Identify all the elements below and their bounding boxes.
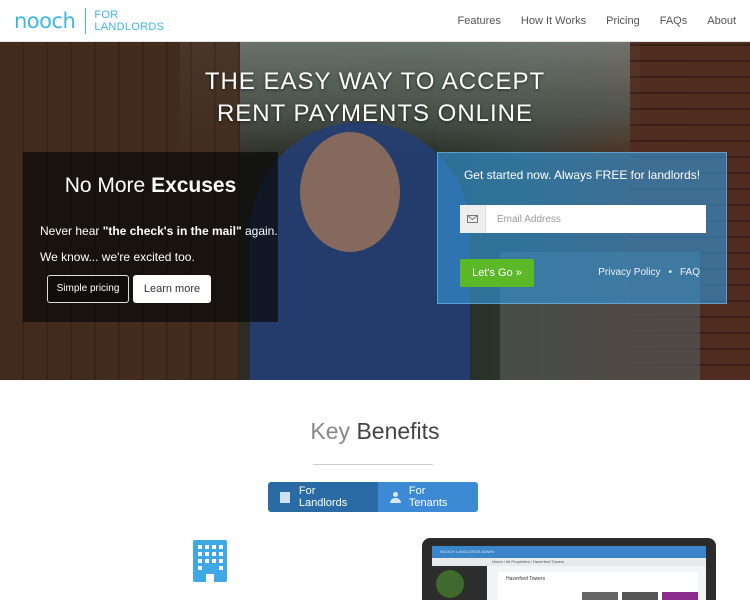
- logo-sub-line-2: LANDLORDS: [94, 21, 165, 33]
- screen-breadcrumb: Home / All Properties / Haverford Towers: [432, 558, 706, 566]
- nav-link-features[interactable]: Features: [457, 15, 500, 27]
- signup-cta: Get started now. Always FREE for landlor…: [463, 168, 701, 182]
- benefits-divider: [313, 464, 433, 465]
- tab-for-landlords-label: For Landlords: [298, 485, 348, 509]
- property-name: Haverford Towers: [506, 576, 546, 582]
- building-door: [206, 574, 214, 582]
- nav-link-how-it-works[interactable]: How It Works: [521, 15, 586, 27]
- link-separator: •: [668, 267, 672, 278]
- excuses-line-1: Never hear "the check's in the mail" aga…: [40, 224, 278, 238]
- hero-title-line-2: RENT PAYMENTS ONLINE: [216, 100, 534, 127]
- benefits-title-light: Key: [310, 418, 357, 444]
- building-icon: [280, 491, 290, 503]
- logo-divider: [85, 8, 87, 34]
- signup-links: Privacy Policy • FAQ: [594, 267, 704, 278]
- hero-section: THE EASY WAY TO ACCEPT RENT PAYMENTS ONL…: [0, 42, 750, 380]
- lets-go-button[interactable]: Let's Go »: [460, 259, 534, 287]
- email-field-group: [460, 205, 706, 233]
- simple-pricing-button[interactable]: Simple pricing: [47, 275, 129, 303]
- nav-links: Features How It Works Pricing FAQs About: [437, 0, 736, 42]
- property-photo: [436, 570, 464, 598]
- benefits-tabs: For Landlords For Tenants: [268, 482, 478, 512]
- laptop-screen: NOOCH LANDLORDS ADMIN Home / All Propert…: [432, 546, 706, 600]
- nav-link-faqs[interactable]: FAQs: [660, 15, 688, 27]
- user-icon: [390, 491, 401, 503]
- nav-link-about[interactable]: About: [707, 15, 736, 27]
- logo-subtitle: FOR LANDLORDS: [94, 9, 164, 33]
- signup-panel: Get started now. Always FREE for landlor…: [437, 152, 727, 304]
- screen-header-bar: NOOCH LANDLORDS ADMIN: [432, 546, 706, 558]
- laptop-dashboard-preview: NOOCH LANDLORDS ADMIN Home / All Propert…: [422, 538, 716, 600]
- excuses-heading-bold: Excuses: [151, 174, 237, 197]
- logo-sub-line-1: FOR: [94, 9, 119, 21]
- stat-tile-pending: 3: [662, 592, 698, 600]
- excuses-line-1-bold: "the check's in the mail": [102, 224, 242, 238]
- logo-wordmark: nooch: [14, 9, 76, 33]
- apartment-building-icon: [193, 540, 227, 582]
- tab-for-landlords[interactable]: For Landlords: [268, 482, 378, 512]
- email-input[interactable]: [486, 205, 706, 233]
- faq-link[interactable]: FAQ: [680, 267, 700, 278]
- top-navbar: nooch FOR LANDLORDS Features How It Work…: [0, 0, 750, 42]
- stat-tile-tenants: 15: [622, 592, 658, 600]
- tab-for-tenants[interactable]: For Tenants: [378, 482, 478, 512]
- nav-link-pricing[interactable]: Pricing: [606, 15, 640, 27]
- excuses-line-1-pre: Never hear: [40, 224, 103, 238]
- privacy-policy-link[interactable]: Privacy Policy: [598, 267, 660, 278]
- excuses-heading-light: No More: [64, 174, 152, 197]
- key-benefits-heading: Key Benefits: [0, 418, 750, 445]
- excuses-line-2: We know... we're excited too.: [40, 250, 195, 264]
- stat-tile-units: 9: [582, 592, 618, 600]
- excuses-heading: No More Excuses: [23, 174, 278, 198]
- tab-for-tenants-label: For Tenants: [408, 485, 448, 509]
- excuses-line-1-post: again.: [241, 224, 278, 238]
- envelope-icon: [460, 205, 486, 233]
- learn-more-button[interactable]: Learn more: [133, 275, 211, 303]
- hero-title-line-1: THE EASY WAY TO ACCEPT: [204, 68, 546, 95]
- benefits-title-bold: Benefits: [356, 418, 440, 444]
- nooch-logo[interactable]: nooch FOR LANDLORDS: [14, 6, 164, 36]
- hero-title: THE EASY WAY TO ACCEPT RENT PAYMENTS ONL…: [0, 66, 750, 130]
